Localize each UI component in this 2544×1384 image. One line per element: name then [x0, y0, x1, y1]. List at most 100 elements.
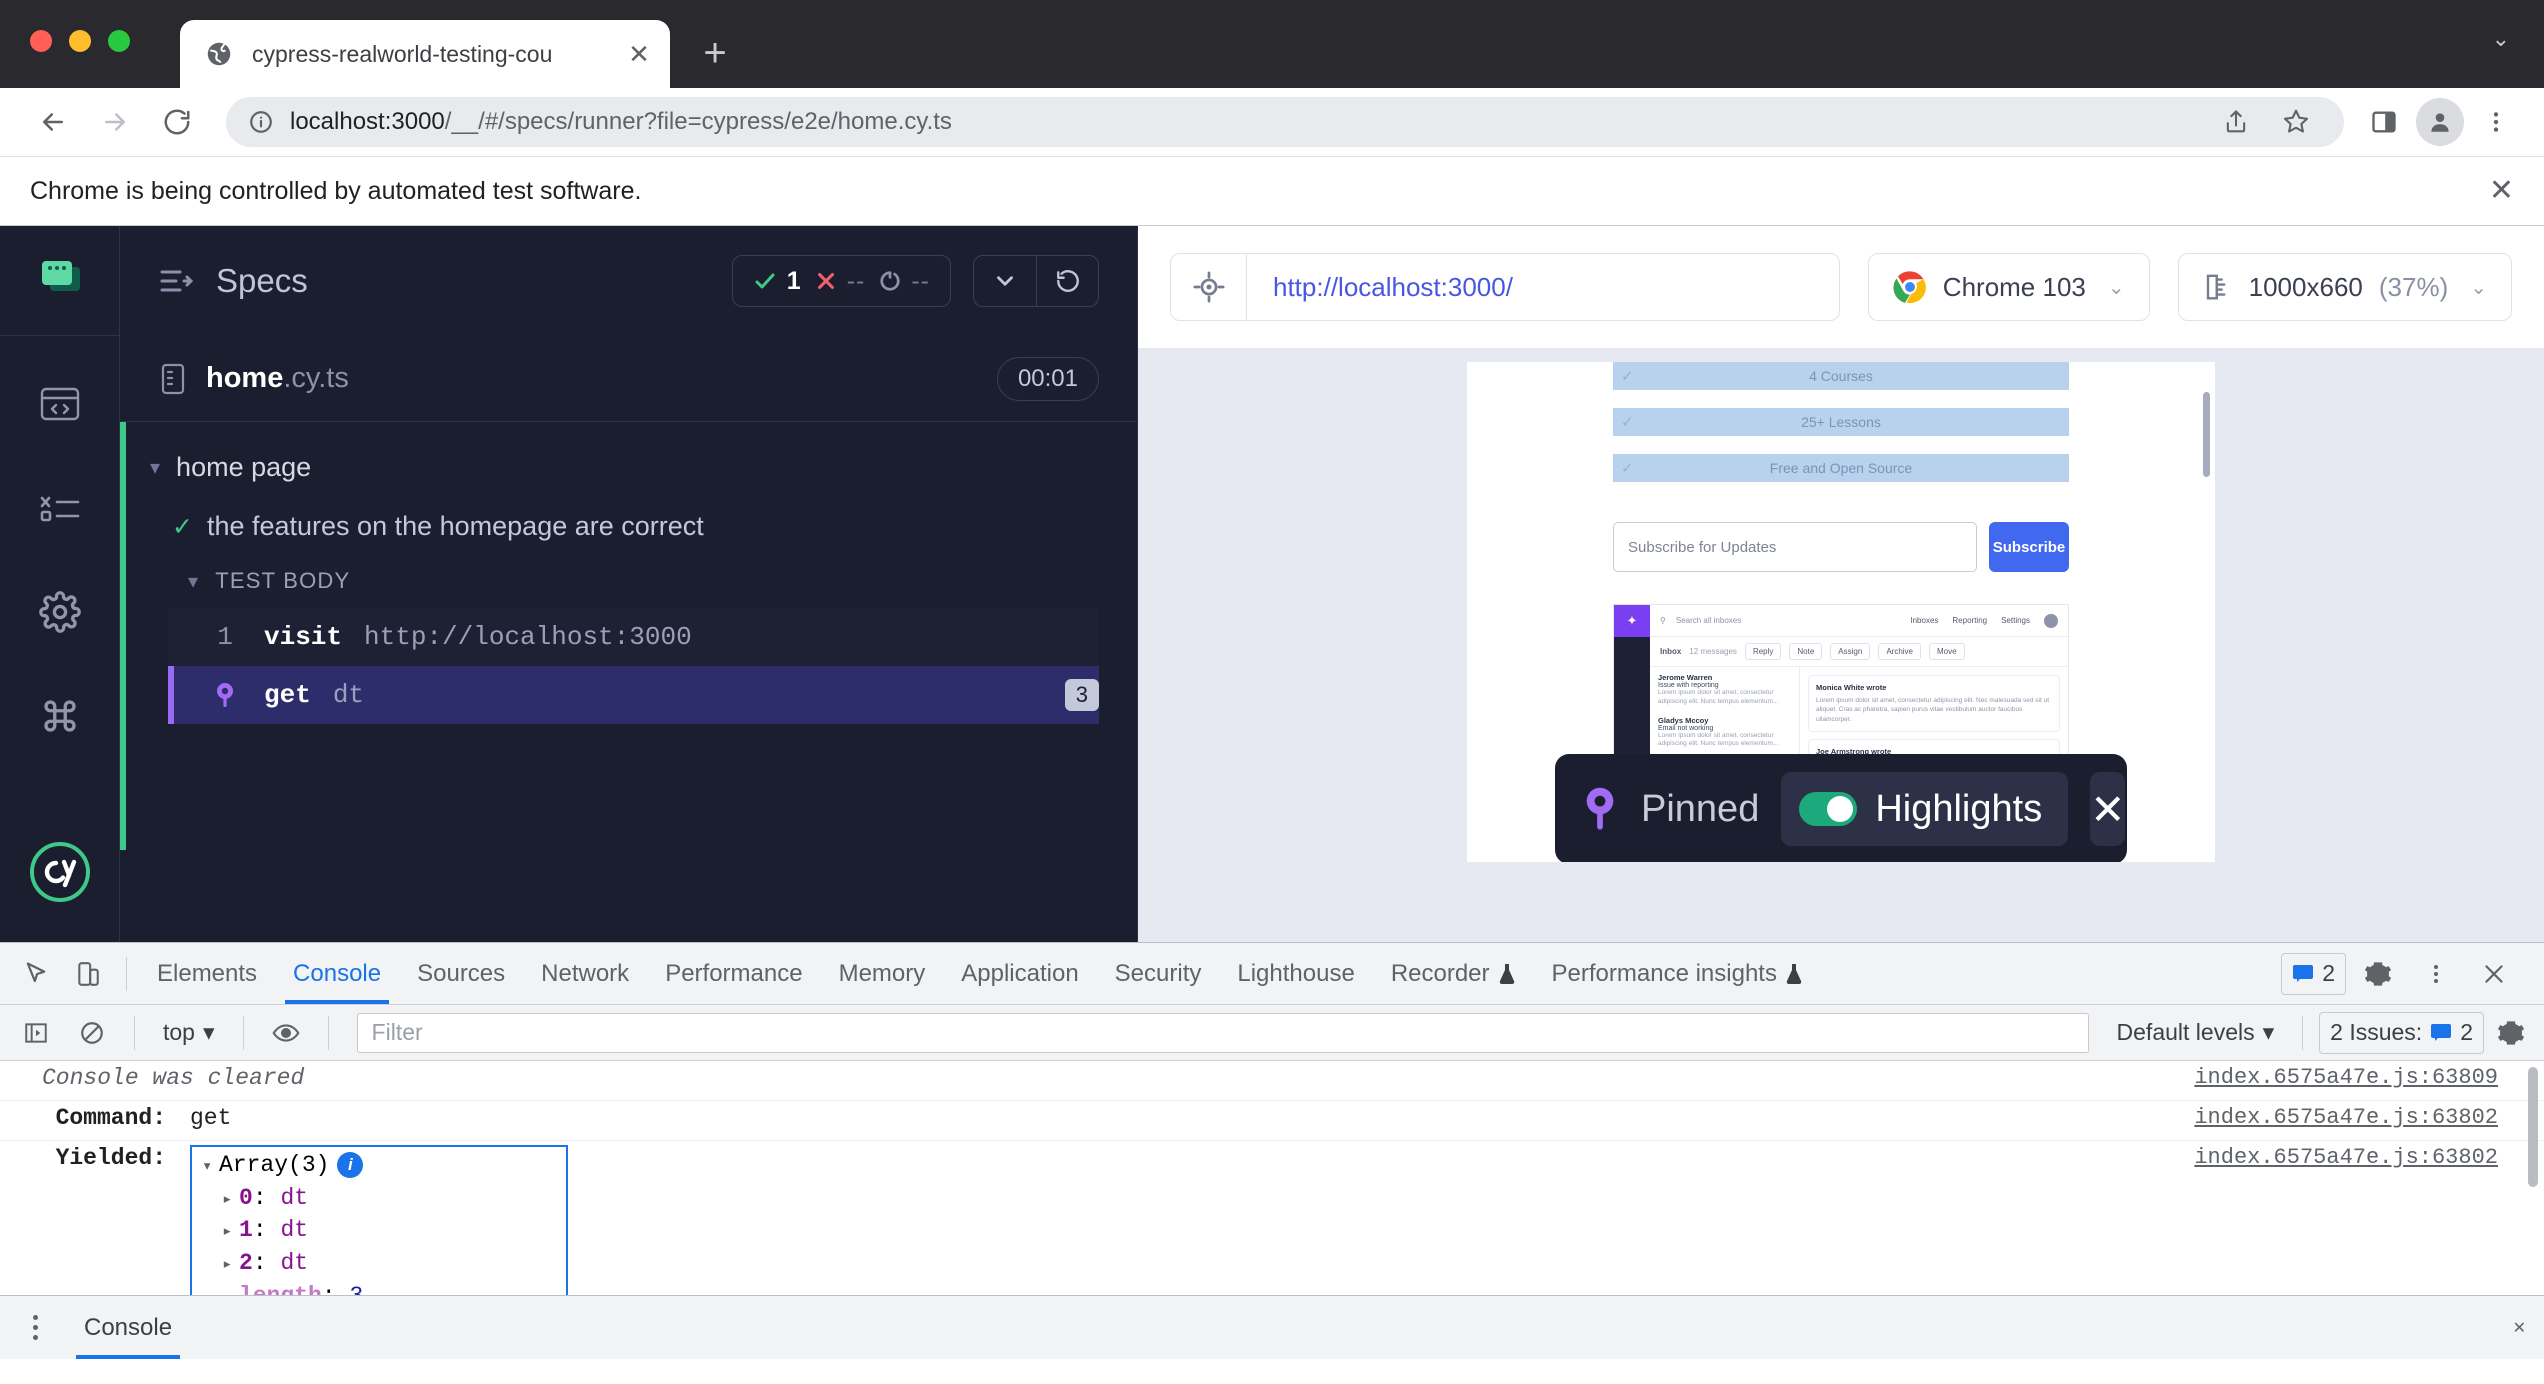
command-row[interactable]: 1 visit http://localhost:3000 [168, 608, 1099, 666]
console-entry-label: Command: [0, 1105, 190, 1131]
sidebar-item-shortcuts[interactable] [0, 688, 119, 744]
tab-elements[interactable]: Elements [139, 944, 275, 1004]
test-row[interactable]: ✓ the features on the homepage are corre… [120, 499, 1137, 554]
tab-performance[interactable]: Performance [647, 944, 820, 1004]
new-tab-button[interactable]: + [694, 32, 736, 74]
test-body-header[interactable]: ▾ TEST BODY [120, 554, 1137, 608]
chevron-down-icon[interactable]: ⌄ [2470, 275, 2487, 300]
window-maximize-button[interactable] [108, 30, 130, 52]
aut-url-box[interactable]: http://localhost:3000/ [1170, 253, 1840, 321]
chevron-down-icon[interactable]: ▾ [150, 455, 160, 480]
share-icon[interactable] [2210, 96, 2262, 148]
issues-badge[interactable]: 2 [2281, 953, 2346, 995]
close-icon[interactable]: ✕ [2513, 1318, 2526, 1338]
entry-key: length [239, 1283, 322, 1295]
chevron-right-icon[interactable]: ▸ [222, 1254, 239, 1278]
subscribe-input[interactable]: Subscribe for Updates [1613, 522, 1977, 572]
chevron-right-icon[interactable]: ▸ [222, 1221, 239, 1245]
sidebar-item-cypress[interactable] [28, 840, 92, 942]
tab-memory[interactable]: Memory [821, 944, 944, 1004]
back-button[interactable] [22, 91, 84, 153]
pin-icon[interactable] [186, 680, 264, 710]
highlights-toggle[interactable]: Highlights [1781, 772, 2068, 846]
object-entry[interactable]: ▸1: dt [202, 1214, 556, 1247]
settings-gear-icon[interactable] [2352, 948, 2404, 1000]
entry-key: 1 [239, 1217, 253, 1243]
test-title: the features on the homepage are correct [207, 511, 704, 542]
close-icon[interactable]: ✕ [2489, 176, 2514, 206]
clear-console-icon[interactable] [66, 1007, 118, 1059]
check-icon: ✓ [1621, 459, 1634, 477]
chevron-right-icon[interactable]: ▸ [222, 1189, 239, 1213]
side-panel-icon[interactable] [2358, 96, 2410, 148]
sidebar-item-settings[interactable] [0, 584, 119, 640]
sidebar-item-debug[interactable] [0, 480, 119, 536]
bookmark-star-icon[interactable] [2270, 96, 2322, 148]
sidebar-item-runs[interactable] [0, 376, 119, 432]
suite-row[interactable]: ▾ home page [120, 436, 1137, 499]
window-close-button[interactable] [30, 30, 52, 52]
info-circle-icon[interactable] [248, 109, 274, 135]
chevron-down-icon[interactable]: ▾ [202, 1156, 219, 1180]
command-row[interactable]: get dt 3 [168, 666, 1099, 724]
console-context-selector[interactable]: top ▾ [151, 1019, 227, 1046]
console-sidebar-icon[interactable] [10, 1007, 62, 1059]
live-expression-eye-icon[interactable] [260, 1007, 312, 1059]
close-icon[interactable] [2468, 948, 2520, 1000]
inspect-icon[interactable] [10, 948, 62, 1000]
window-minimize-button[interactable] [69, 30, 91, 52]
console-scrollbar[interactable] [2528, 1067, 2538, 1187]
tab-security[interactable]: Security [1097, 944, 1220, 1004]
inbox-nav-item: Settings [2001, 616, 2030, 625]
test-body-label: TEST BODY [215, 568, 350, 594]
more-vertical-icon[interactable] [18, 1315, 52, 1340]
tab-console[interactable]: Console [275, 944, 399, 1004]
aut-iframe[interactable]: ✓ 4 Courses ✓ 25+ Lessons ✓ Free and Ope… [1467, 362, 2215, 862]
object-header[interactable]: ▾Array(3) i [202, 1149, 556, 1182]
drawer-tab-console[interactable]: Console [76, 1297, 180, 1359]
console-source-link[interactable]: index.6575a47e.js:63802 [2194, 1145, 2544, 1170]
tab-performance-insights[interactable]: Performance insights [1534, 944, 1821, 1004]
forward-button[interactable] [84, 91, 146, 153]
profile-avatar[interactable] [2416, 98, 2464, 146]
spec-file-row[interactable]: home.cy.ts 00:01 [120, 336, 1137, 422]
aut-scrollbar[interactable] [2203, 392, 2210, 477]
toggle-switch[interactable] [1799, 792, 1857, 826]
object-entry[interactable]: ▸2: dt [202, 1247, 556, 1280]
infobar-message: Chrome is being controlled by automated … [30, 177, 641, 206]
reload-button[interactable] [146, 91, 208, 153]
subscribe-button[interactable]: Subscribe [1989, 522, 2069, 572]
device-toolbar-icon[interactable] [62, 948, 114, 1000]
console-settings-gear-icon[interactable] [2488, 1010, 2534, 1056]
close-icon[interactable]: ✕ [622, 37, 656, 71]
chevron-down-icon[interactable]: ⌄ [2492, 26, 2510, 52]
sidebar-item-specs[interactable] [0, 226, 119, 336]
chevron-down-icon[interactable]: ⌄ [2108, 275, 2125, 300]
address-bar[interactable]: localhost:3000/__/#/specs/runner?file=cy… [226, 97, 2344, 147]
browser-selector[interactable]: Chrome 103 ⌄ [1868, 253, 2150, 321]
more-vertical-icon[interactable] [2410, 948, 2462, 1000]
console-filter-input[interactable]: Filter [357, 1013, 2089, 1053]
info-icon[interactable]: i [337, 1152, 363, 1178]
object-type: Array(3) [219, 1152, 329, 1178]
console-levels-selector[interactable]: Default levels ▾ [2105, 1019, 2287, 1046]
restart-tests-icon[interactable] [1036, 256, 1098, 306]
console-source-link[interactable]: index.6575a47e.js:63802 [2194, 1105, 2544, 1130]
console-row: Command: get index.6575a47e.js:63802 [0, 1101, 2544, 1141]
browser-tab[interactable]: cypress-realworld-testing-cou ✕ [180, 20, 670, 88]
selector-playground-icon[interactable] [1171, 254, 1247, 320]
tab-application[interactable]: Application [943, 944, 1096, 1004]
tab-sources[interactable]: Sources [399, 944, 523, 1004]
tab-recorder[interactable]: Recorder [1373, 944, 1534, 1004]
tab-network[interactable]: Network [523, 944, 647, 1004]
object-entry[interactable]: ▸0: dt [202, 1182, 556, 1215]
tab-lighthouse[interactable]: Lighthouse [1219, 944, 1372, 1004]
console-object-inspector[interactable]: ▾Array(3)i ▸0: dt ▸1: dt ▸2: dt length: … [190, 1145, 568, 1295]
console-source-link[interactable]: index.6575a47e.js:63809 [2194, 1065, 2544, 1090]
console-issues-button[interactable]: 2 Issues: 2 [2319, 1012, 2484, 1054]
more-vertical-icon[interactable] [2470, 96, 2522, 148]
chevron-down-icon[interactable] [974, 256, 1036, 306]
viewport-selector[interactable]: 1000x660 (37%) ⌄ [2178, 253, 2512, 321]
chevron-down-icon[interactable]: ▾ [188, 569, 199, 594]
close-icon[interactable]: ✕ [2090, 772, 2125, 846]
